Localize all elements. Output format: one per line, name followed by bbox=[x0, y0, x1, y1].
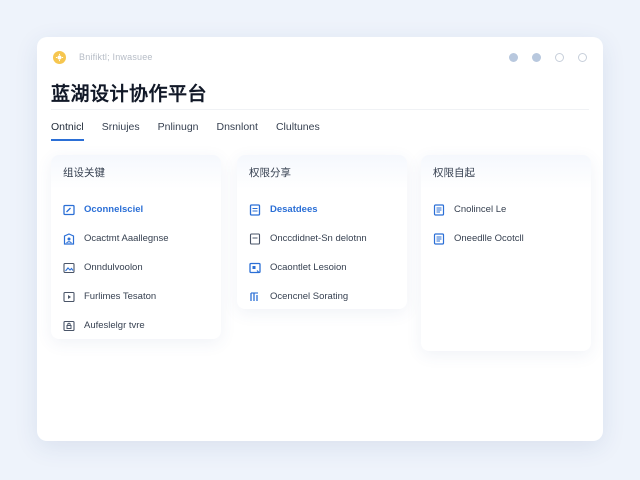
item-label: Onndulvoolon bbox=[84, 262, 143, 273]
item-label: Cnolincel Le bbox=[454, 204, 507, 215]
tab-bar: Ontnicl Srniujes Pnlinugn Dnsnlont Clult… bbox=[51, 121, 320, 141]
item-label: Ocencnel Sorating bbox=[270, 291, 349, 302]
item-label: Onccdidnet-Sn delotnn bbox=[270, 233, 367, 244]
list-item[interactable]: Desatdees bbox=[237, 195, 407, 224]
card-title: 权限自起 bbox=[421, 155, 591, 189]
page-title: 蓝湖设计协作平台 bbox=[51, 84, 208, 105]
list-item[interactable]: Aufeslelgr tvre bbox=[51, 311, 221, 340]
divider bbox=[51, 109, 589, 110]
list-item[interactable]: Oconnelsciel bbox=[51, 195, 221, 224]
slides-icon bbox=[249, 262, 261, 274]
tab-5[interactable]: Clultunes bbox=[276, 121, 320, 141]
tab-4[interactable]: Dnsnlont bbox=[217, 121, 258, 141]
list-item[interactable]: Ocactmt Aaallegnse bbox=[51, 224, 221, 253]
item-label: Aufeslelgr tvre bbox=[84, 320, 145, 331]
file-text-icon bbox=[249, 203, 261, 216]
card-title: 组设关键 bbox=[51, 155, 221, 189]
dot-filled-icon[interactable] bbox=[509, 53, 518, 62]
app-subtitle: Bnifiktl; Inwasuee bbox=[79, 52, 153, 62]
list-item[interactable]: Ocaontlet Lesoion bbox=[237, 253, 407, 282]
app-window: Bnifiktl; Inwasuee 蓝湖设计协作平台 Ontnicl Srni… bbox=[37, 37, 603, 441]
list-item[interactable]: Oneedlle Ocotcll bbox=[421, 224, 591, 253]
card-2: 权限分享 Desatdees Onccdidnet-Sn delotnn Oca… bbox=[237, 155, 407, 309]
list-item[interactable]: Ocencnel Sorating bbox=[237, 282, 407, 311]
dot-outline-icon[interactable] bbox=[555, 53, 564, 62]
card-title: 权限分享 bbox=[237, 155, 407, 189]
card-1: 组设关键 Oconnelsciel Ocactmt Aaallegnse Onn… bbox=[51, 155, 221, 339]
dot-filled-icon[interactable] bbox=[532, 53, 541, 62]
document-edit-icon bbox=[63, 204, 75, 216]
item-label: Oconnelsciel bbox=[84, 204, 144, 215]
list-item[interactable]: Onccdidnet-Sn delotnn bbox=[237, 224, 407, 253]
play-square-icon bbox=[63, 291, 75, 303]
doc-lines-icon bbox=[433, 203, 445, 216]
file-outline-icon bbox=[249, 232, 261, 245]
user-shield-icon bbox=[63, 232, 75, 245]
item-label: Oneedlle Ocotcll bbox=[454, 233, 524, 244]
lock-square-icon bbox=[63, 320, 75, 332]
list-item[interactable]: Cnolincel Le bbox=[421, 195, 591, 224]
image-icon bbox=[63, 262, 75, 274]
list-item[interactable]: Furlimes Tesaton bbox=[51, 282, 221, 311]
card-3: 权限自起 Cnolincel Le Oneedlle Ocotcll bbox=[421, 155, 591, 351]
dot-outline-icon[interactable] bbox=[578, 53, 587, 62]
item-label: Desatdees bbox=[270, 204, 318, 215]
window-controls bbox=[509, 53, 587, 62]
tab-3[interactable]: Pnlinugn bbox=[158, 121, 199, 141]
item-label: Ocactmt Aaallegnse bbox=[84, 233, 169, 244]
tab-2[interactable]: Srniujes bbox=[102, 121, 140, 141]
list-item[interactable]: Onndulvoolon bbox=[51, 253, 221, 282]
logo-icon bbox=[53, 51, 66, 64]
item-label: Ocaontlet Lesoion bbox=[270, 262, 347, 273]
title-bar: Bnifiktl; Inwasuee bbox=[37, 37, 603, 77]
doc-lines-icon bbox=[433, 232, 445, 245]
tab-1[interactable]: Ontnicl bbox=[51, 121, 84, 141]
columns-icon bbox=[249, 291, 261, 303]
item-label: Furlimes Tesaton bbox=[84, 291, 157, 302]
